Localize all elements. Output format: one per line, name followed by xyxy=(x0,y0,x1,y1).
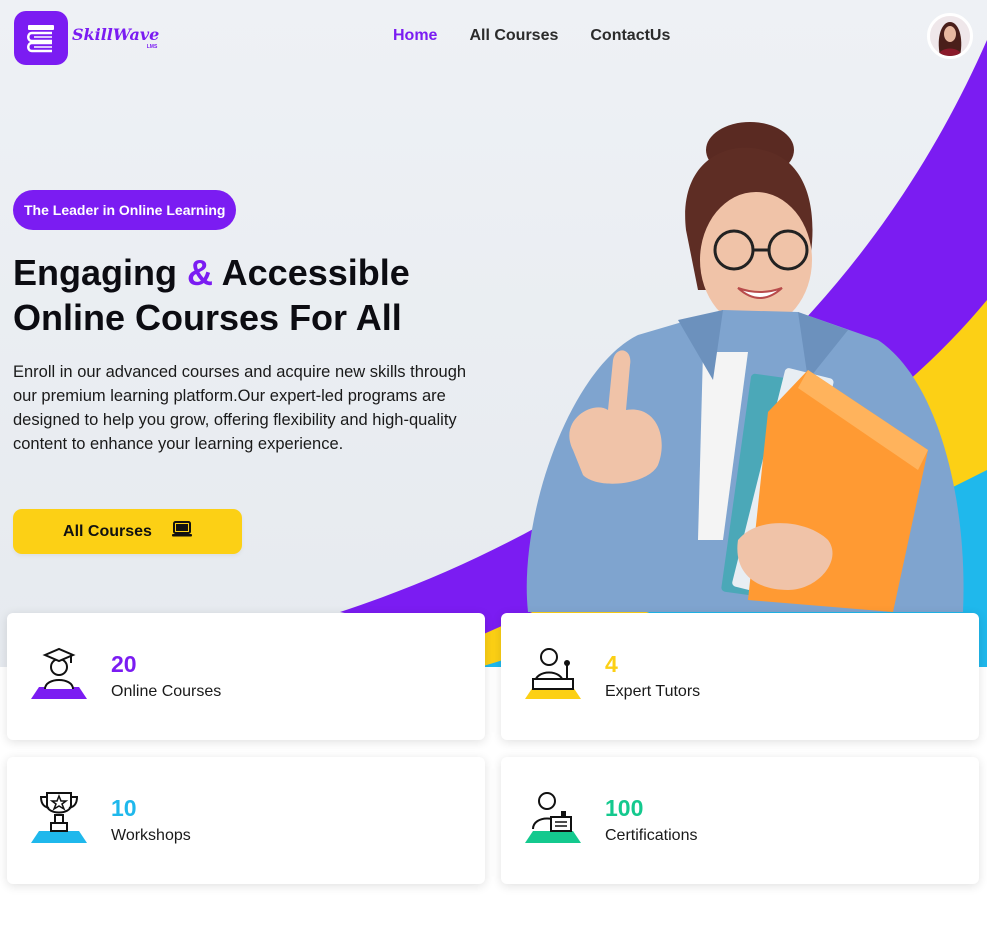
stat-value: 10 xyxy=(111,795,137,821)
stat-card-workshops: 10 Workshops xyxy=(7,757,485,884)
brand-logo[interactable]: SkillWave LMS xyxy=(14,11,159,65)
stat-value: 4 xyxy=(605,651,618,677)
hero-description: Enroll in our advanced courses and acqui… xyxy=(13,363,467,453)
stat-value: 100 xyxy=(605,795,644,821)
laptop-icon xyxy=(171,521,192,542)
books-icon xyxy=(14,11,68,65)
stat-label: Certifications xyxy=(605,827,698,844)
hero-badge: The Leader in Online Learning xyxy=(13,190,237,230)
nav-all-courses[interactable]: All Courses xyxy=(469,27,558,45)
stat-card-expert-tutors: 4 Expert Tutors xyxy=(501,613,979,740)
cta-label: All Courses xyxy=(63,522,152,540)
stat-label: Expert Tutors xyxy=(605,683,701,700)
tutor-icon xyxy=(521,643,585,703)
hero-headline: Engaging & Accessible Online Courses For… xyxy=(13,250,473,340)
stat-card-online-courses: 20 Online Courses xyxy=(7,613,485,740)
stat-card-certifications: 100 Certifications xyxy=(501,757,979,884)
headline-ampersand: & xyxy=(187,252,213,293)
brand-sub: LMS xyxy=(146,43,158,50)
stat-label: Workshops xyxy=(111,827,191,844)
stat-value: 20 xyxy=(111,651,137,677)
student-illustration xyxy=(526,122,964,612)
headline-part-1: Engaging xyxy=(13,252,187,293)
trophy-icon xyxy=(27,787,91,847)
brand-name: SkillWave xyxy=(72,24,160,44)
main-nav: Home All Courses ContactUs xyxy=(393,27,670,45)
graduate-icon xyxy=(27,643,91,703)
certificate-icon xyxy=(521,787,585,847)
user-avatar[interactable] xyxy=(927,13,973,59)
stat-label: Online Courses xyxy=(111,683,222,700)
nav-contact-us[interactable]: ContactUs xyxy=(590,27,670,45)
nav-home[interactable]: Home xyxy=(393,27,437,45)
hero-section: SkillWave LMS Home All Courses ContactUs… xyxy=(0,0,987,667)
all-courses-button[interactable]: All Courses xyxy=(13,509,242,554)
